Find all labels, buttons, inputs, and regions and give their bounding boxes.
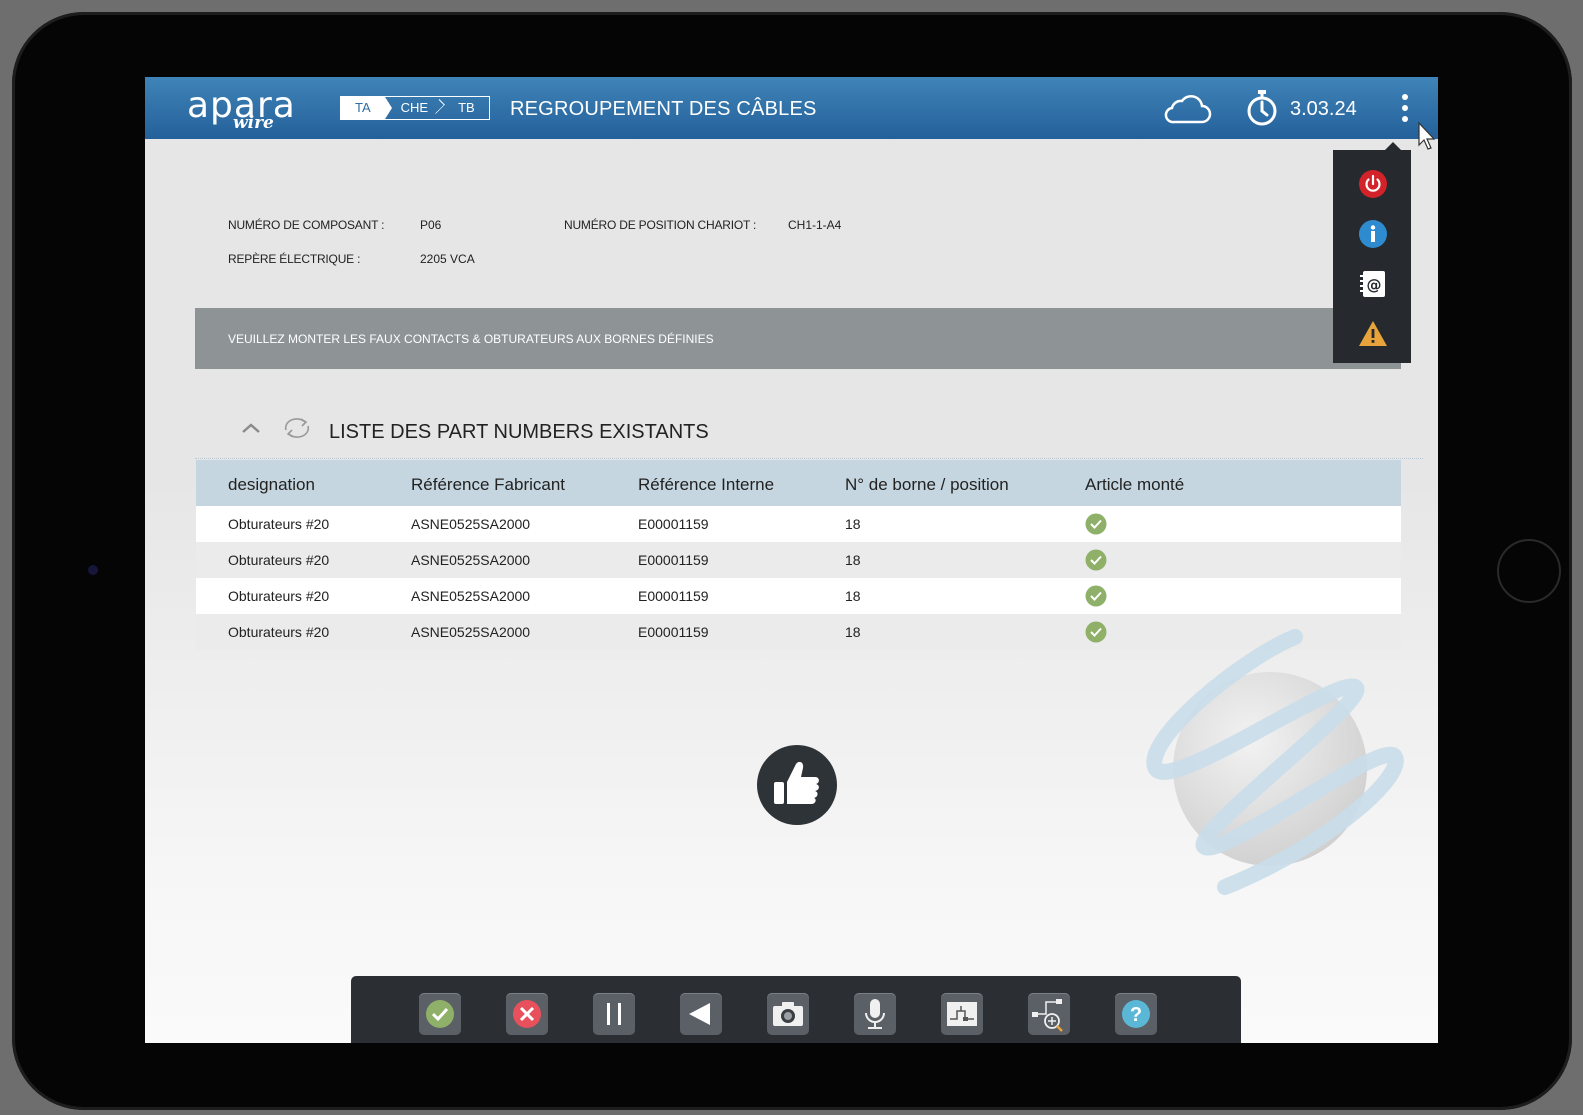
divider (195, 458, 1423, 459)
zoom-diagram-button[interactable] (1028, 993, 1070, 1035)
back-icon (689, 1003, 710, 1025)
terminal-position-cell: 18 (845, 614, 1085, 650)
breadcrumb-ta[interactable]: TA (341, 97, 392, 119)
mounted-cell (1085, 578, 1401, 614)
home-button[interactable] (1497, 539, 1561, 603)
electrical-marker-value: 2205 VCA (420, 252, 475, 266)
validate-button[interactable] (419, 993, 461, 1035)
manufacturer-ref-cell: ASNE0525SA2000 (411, 578, 638, 614)
globe-decoration (1146, 629, 1404, 895)
app-logo: apara wire (187, 85, 295, 133)
logo-sub-text: wire (233, 113, 274, 133)
mouse-cursor-icon (1418, 121, 1436, 150)
terminal-position-cell: 18 (845, 578, 1085, 614)
refresh-icon[interactable] (281, 415, 313, 441)
check-icon (1085, 549, 1107, 571)
microphone-icon (865, 999, 885, 1029)
position-value: CH1-1-A4 (788, 218, 842, 232)
schematic-button[interactable] (941, 993, 983, 1035)
terminal-position-cell: 18 (845, 506, 1085, 542)
validate-icon (426, 1000, 454, 1028)
help-icon: ? (1122, 1000, 1150, 1028)
table-row[interactable]: Obturateurs #20 ASNE0525SA2000 E00001159 18 (196, 506, 1401, 542)
instruction-banner: VEUILLEZ MONTER LES FAUX CONTACTS & OBTU… (195, 308, 1401, 369)
cancel-icon (513, 1000, 541, 1028)
cancel-button[interactable] (506, 993, 548, 1035)
back-button[interactable] (680, 993, 722, 1035)
thumbs-up-button[interactable] (756, 744, 838, 826)
pause-button[interactable] (593, 993, 635, 1035)
camera-dot (88, 565, 98, 575)
timer-value: 3.03.24 (1290, 98, 1357, 120)
zoom-diagram-icon (1032, 999, 1063, 1032)
svg-text:?: ? (1130, 1004, 1142, 1026)
check-icon (1085, 585, 1107, 607)
app-header: apara wire TA CHE TB REGROUPEMENT DES CÂ… (145, 77, 1438, 139)
camera-button[interactable] (767, 993, 809, 1035)
column-header[interactable]: designation (196, 460, 411, 506)
table-row[interactable]: Obturateurs #20 ASNE0525SA2000 E00001159 18 (196, 578, 1401, 614)
manufacturer-ref-cell: ASNE0525SA2000 (411, 506, 638, 542)
page-title: REGROUPEMENT DES CÂBLES (510, 98, 817, 120)
app-screen: apara wire TA CHE TB REGROUPEMENT DES CÂ… (145, 77, 1438, 1043)
component-value: P06 (420, 218, 442, 232)
contact-book-icon[interactable]: @ (1358, 269, 1388, 299)
designation-cell: Obturateurs #20 (196, 614, 411, 650)
internal-ref-cell: E00001159 (638, 506, 845, 542)
table-row[interactable]: Obturateurs #20 ASNE0525SA2000 E00001159 18 (196, 542, 1401, 578)
cloud-icon[interactable] (1162, 92, 1212, 126)
list-title: LISTE DES PART NUMBERS EXISTANTS (329, 421, 709, 443)
manufacturer-ref-cell: ASNE0525SA2000 (411, 614, 638, 650)
column-header[interactable]: Référence Fabricant (411, 460, 638, 506)
power-icon[interactable] (1358, 169, 1388, 199)
electrical-marker-label: REPÈRE ÉLECTRIQUE : (228, 252, 361, 266)
popup-menu: @ (1333, 142, 1411, 363)
pause-icon (607, 1003, 621, 1025)
warning-icon[interactable] (1358, 319, 1388, 349)
bottom-toolbar: ? (351, 976, 1241, 1043)
designation-cell: Obturateurs #20 (196, 542, 411, 578)
check-icon (1085, 621, 1107, 643)
terminal-position-cell: 18 (845, 542, 1085, 578)
internal-ref-cell: E00001159 (638, 614, 845, 650)
column-header[interactable]: Référence Interne (638, 460, 845, 506)
designation-cell: Obturateurs #20 (196, 578, 411, 614)
info-icon[interactable] (1358, 219, 1388, 249)
manufacturer-ref-cell: ASNE0525SA2000 (411, 542, 638, 578)
position-label: NUMÉRO DE POSITION CHARIOT : (564, 218, 757, 232)
svg-text:@: @ (1367, 276, 1382, 294)
breadcrumb: TA CHE TB (340, 96, 490, 120)
check-icon (1085, 513, 1107, 535)
microphone-button[interactable] (854, 993, 896, 1035)
breadcrumb-tb[interactable]: TB (442, 97, 489, 119)
schematic-icon (947, 1002, 977, 1026)
breadcrumb-che[interactable]: CHE (385, 97, 442, 119)
column-header[interactable]: Article monté (1085, 460, 1401, 506)
help-button[interactable]: ? (1115, 993, 1157, 1035)
chevron-up-icon[interactable] (240, 420, 262, 436)
table-header-row: designation Référence Fabricant Référenc… (196, 460, 1401, 506)
mounted-cell (1085, 506, 1401, 542)
kebab-menu-icon[interactable] (1397, 91, 1413, 127)
column-header[interactable]: N° de borne / position (845, 460, 1085, 506)
internal-ref-cell: E00001159 (638, 542, 845, 578)
mounted-cell (1085, 542, 1401, 578)
internal-ref-cell: E00001159 (638, 578, 845, 614)
stopwatch-icon (1247, 90, 1277, 126)
camera-icon (773, 1002, 803, 1026)
designation-cell: Obturateurs #20 (196, 506, 411, 542)
component-label: NUMÉRO DE COMPOSANT : (228, 218, 385, 232)
